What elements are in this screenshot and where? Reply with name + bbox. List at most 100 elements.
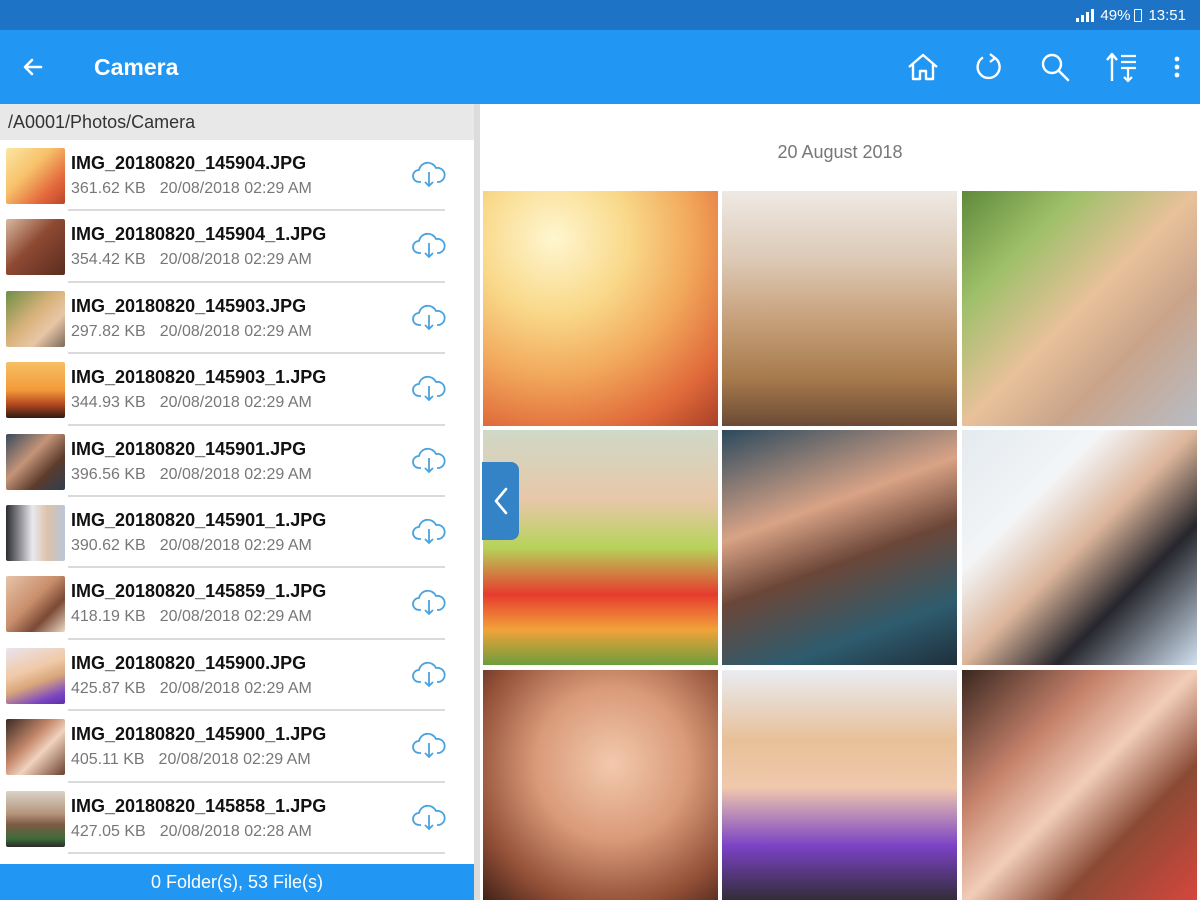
photo-thumbnail[interactable] <box>722 191 957 426</box>
thumbnail <box>6 790 65 847</box>
photo-thumbnail[interactable] <box>962 670 1197 900</box>
file-list-pane: /A0001/Photos/Camera IMG_20180820_145904… <box>0 104 474 900</box>
file-size: 418.19 KB <box>71 608 146 626</box>
photo-thumbnail[interactable] <box>483 430 718 665</box>
file-date: 20/08/2018 02:29 AM <box>159 608 312 626</box>
file-size: 425.87 KB <box>71 679 146 697</box>
cloud-download-icon[interactable] <box>412 517 446 545</box>
thumbnail <box>6 362 65 419</box>
thumbnail <box>6 504 65 561</box>
file-size: 354.42 KB <box>71 251 146 269</box>
photo-thumbnail[interactable] <box>722 430 957 665</box>
file-date: 20/08/2018 02:29 AM <box>159 465 312 483</box>
refresh-icon <box>976 53 1001 80</box>
photo-thumbnail[interactable] <box>483 670 718 900</box>
cloud-download-icon[interactable] <box>412 660 446 688</box>
file-date: 20/08/2018 02:29 AM <box>159 251 312 269</box>
list-item[interactable]: IMG_20180820_145900_1.JPG 405.11 KB 20/08… <box>0 711 474 783</box>
file-date: 20/08/2018 02:29 AM <box>159 180 312 197</box>
list-item[interactable]: IMG_20180820_145859_1.JPG 418.19 KB 20/08… <box>0 568 474 640</box>
list-item[interactable]: IMG_20180820_145900.JPG 425.87 KB 20/08/2… <box>0 640 474 712</box>
file-name: IMG_20180820_145904_1.JPG <box>71 224 327 245</box>
home-icon <box>908 53 938 81</box>
thumbnail <box>6 647 65 704</box>
photo-thumbnail[interactable] <box>722 670 957 900</box>
cloud-download-icon[interactable] <box>412 160 446 188</box>
file-date: 20/08/2018 02:29 AM <box>159 322 312 340</box>
list-item[interactable]: IMG_20180820_145901.JPG 396.56 KB 20/08/2… <box>0 426 474 497</box>
cloud-download-icon[interactable] <box>412 731 446 759</box>
thumbnail <box>6 719 65 776</box>
cloud-download-icon[interactable] <box>412 303 446 331</box>
file-size: 390.62 KB <box>71 536 146 554</box>
home-button[interactable] <box>890 30 956 104</box>
file-meta: 354.42 KB 20/08/2018 02:29 AM <box>71 251 312 269</box>
clock: 13:51 <box>1148 6 1186 24</box>
thumbnail <box>6 219 65 276</box>
thumbnail <box>6 433 65 490</box>
file-date: 20/08/2018 02:29 AM <box>159 394 312 412</box>
file-meta: 361.62 KB 20/08/2018 02:29 AM <box>71 180 312 198</box>
file-date: 20/08/2018 02:28 AM <box>159 822 312 840</box>
status-bar: 49% 13:51 <box>0 0 1200 30</box>
cloud-download-icon[interactable] <box>412 803 446 831</box>
file-name: IMG_20180820_145900.JPG <box>71 652 307 673</box>
file-meta: 425.87 KB 20/08/2018 02:29 AM <box>71 680 312 698</box>
thumbnail <box>6 148 65 204</box>
file-name: IMG_20180820_145904.JPG <box>71 153 307 173</box>
list-item[interactable]: IMG_20180820_145903_1.JPG 344.93 KB 20/08… <box>0 354 474 426</box>
search-button[interactable] <box>1022 30 1088 104</box>
more-options-button[interactable] <box>1154 30 1200 104</box>
file-size: 396.56 KB <box>71 465 146 483</box>
collapse-pane-button[interactable] <box>482 462 519 540</box>
file-meta: 390.62 KB 20/08/2018 02:29 AM <box>71 537 312 555</box>
photo-thumbnail[interactable] <box>962 430 1197 665</box>
file-name: IMG_20180820_145859_1.JPG <box>71 581 327 602</box>
file-meta: 344.93 KB 20/08/2018 02:29 AM <box>71 394 312 412</box>
photo-thumbnail[interactable] <box>962 191 1197 426</box>
file-name: IMG_20180820_145900_1.JPG <box>71 724 327 745</box>
cloud-download-icon[interactable] <box>412 588 446 616</box>
battery-level: 49% <box>1100 6 1131 24</box>
chevron-left-icon <box>494 487 507 515</box>
back-button[interactable] <box>0 30 66 104</box>
gallery-pane: 20 August 2018 <box>480 104 1200 900</box>
search-icon <box>1041 53 1070 82</box>
sort-button[interactable] <box>1088 30 1154 104</box>
thumbnail <box>6 576 65 633</box>
file-name: IMG_20180820_145901.JPG <box>71 438 307 459</box>
list-item[interactable]: IMG_20180820_145903.JPG 297.82 KB 20/08/2… <box>0 283 474 355</box>
file-list[interactable]: IMG_20180820_145904.JPG 361.62 KB 20/08/2… <box>0 140 474 864</box>
signal-icon <box>1076 8 1095 22</box>
divider <box>68 851 445 854</box>
file-size: 297.82 KB <box>71 322 146 340</box>
file-meta: 405.11 KB 20/08/2018 02:29 AM <box>71 751 311 769</box>
list-item[interactable]: IMG_20180820_145904.JPG 361.62 KB 20/08/2… <box>0 140 474 212</box>
file-date: 20/08/2018 02:29 AM <box>158 751 311 769</box>
page-title: Camera <box>94 53 179 80</box>
file-size: 405.11 KB <box>71 751 145 769</box>
cloud-download-icon[interactable] <box>412 446 446 474</box>
sort-icon <box>1106 52 1136 83</box>
date-header: 20 August 2018 <box>777 142 903 162</box>
battery-icon <box>1134 8 1143 22</box>
breadcrumb: /A0001/Photos/Camera <box>0 104 474 140</box>
cloud-download-icon[interactable] <box>412 374 446 402</box>
file-date: 20/08/2018 02:29 AM <box>159 536 312 554</box>
file-meta: 297.82 KB 20/08/2018 02:29 AM <box>71 323 312 341</box>
file-size: 361.62 KB <box>71 180 146 197</box>
list-item[interactable]: IMG_20180820_145858_1.JPG 427.05 KB 20/08… <box>0 783 474 854</box>
arrow-left-icon <box>23 58 43 76</box>
refresh-button[interactable] <box>956 30 1022 104</box>
file-name: IMG_20180820_145901_1.JPG <box>71 509 327 530</box>
list-item[interactable]: IMG_20180820_145901_1.JPG 390.62 KB 20/08… <box>0 497 474 569</box>
photo-thumbnail[interactable] <box>483 191 718 426</box>
app-bar: Camera <box>0 30 1200 104</box>
file-name: IMG_20180820_145903.JPG <box>71 295 307 316</box>
file-meta: 418.19 KB 20/08/2018 02:29 AM <box>71 608 312 626</box>
list-item[interactable]: IMG_20180820_145904_1.JPG 354.42 KB 20/08… <box>0 211 474 283</box>
more-vert-icon <box>1174 56 1180 78</box>
file-meta: 396.56 KB 20/08/2018 02:29 AM <box>71 466 312 484</box>
file-size: 344.93 KB <box>71 394 146 412</box>
cloud-download-icon[interactable] <box>412 231 446 259</box>
